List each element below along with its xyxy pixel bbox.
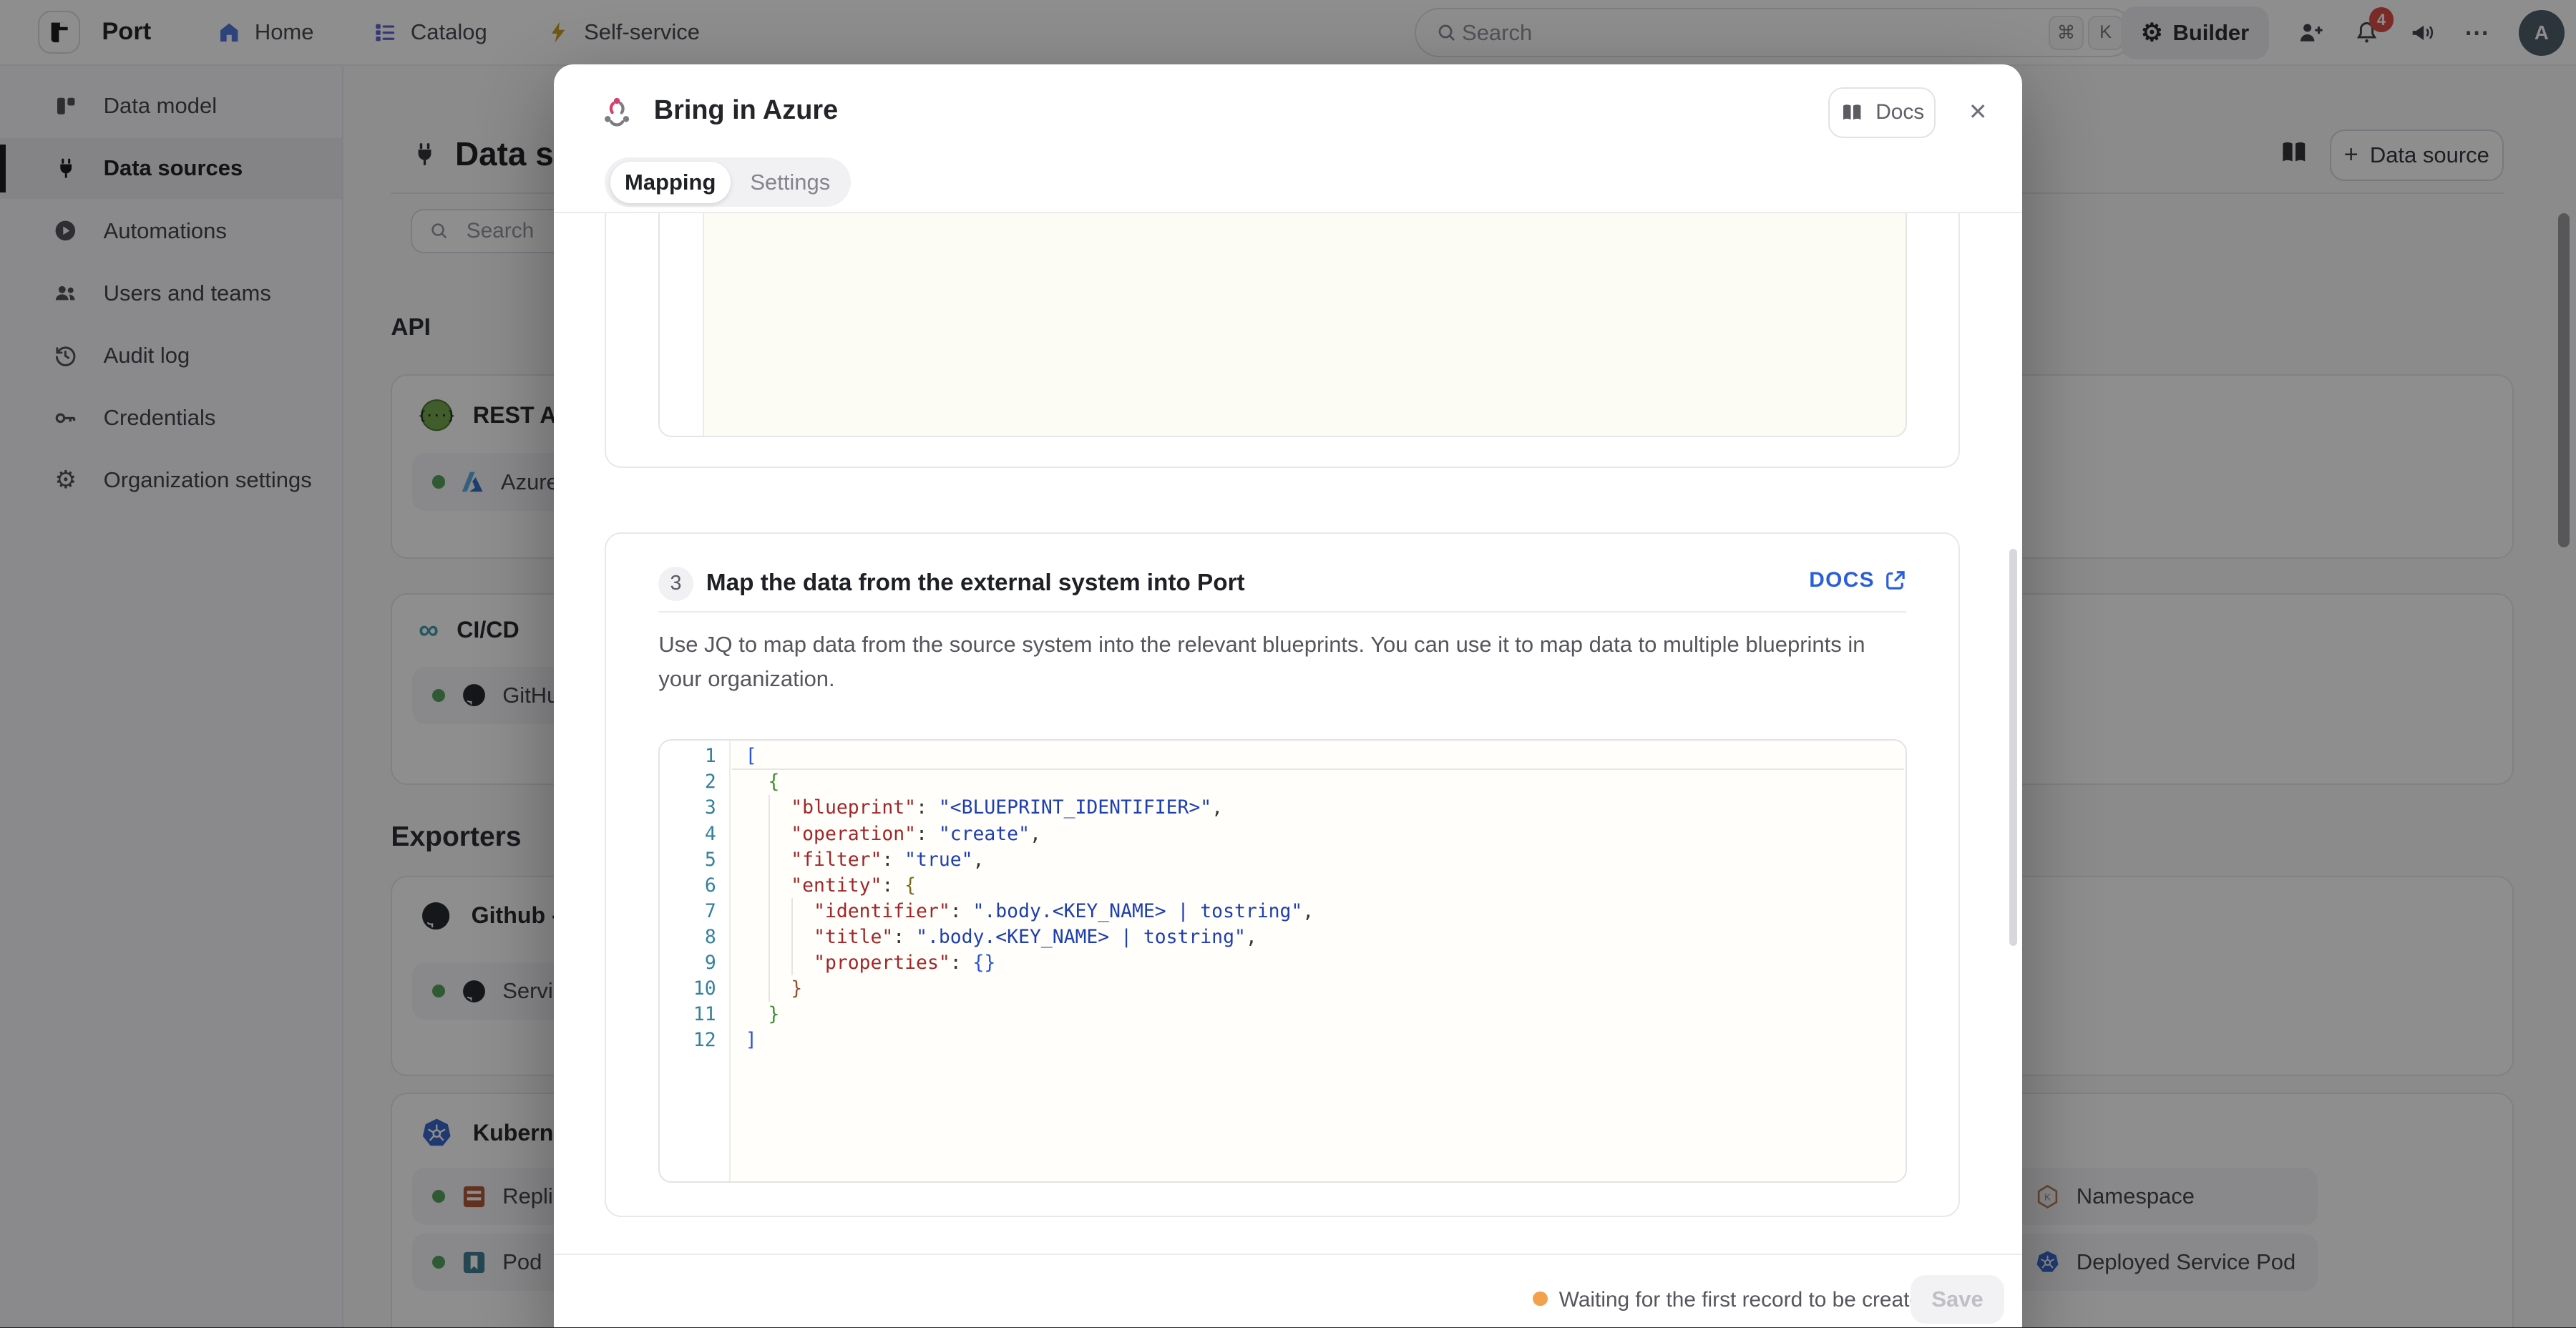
docs-link-label: DOCS [1809, 568, 1875, 592]
modal-scrollbar[interactable] [2009, 549, 2017, 947]
modal-title: Bring in Azure [654, 95, 838, 126]
modal-docs-label: Docs [1875, 100, 1924, 125]
tab-settings[interactable]: Settings [736, 162, 845, 202]
close-icon[interactable]: ✕ [1961, 95, 1994, 128]
external-link-icon [1885, 570, 1906, 591]
status-dot-icon [1533, 1292, 1548, 1307]
section-3-description: Use JQ to map data from the source syste… [658, 628, 1882, 696]
section-3-title: Map the data from the external system in… [706, 570, 1245, 597]
section-3-container: 3 Map the data from the external system … [605, 532, 1960, 1217]
section-2-container [605, 213, 1960, 468]
indent-guide [769, 795, 770, 1002]
step-number-badge: 3 [658, 567, 693, 601]
webhook-icon [600, 94, 634, 128]
book-icon [1840, 100, 1864, 125]
jq-mapping-editor[interactable]: 123456789101112 [ { "blueprint": "<BLUEP… [658, 739, 1907, 1183]
section-2-editor-gutter [660, 213, 704, 435]
modal-tabs: Mapping Settings [605, 157, 851, 207]
save-button[interactable]: Save [1911, 1275, 2004, 1324]
tab-mapping[interactable]: Mapping [610, 162, 731, 202]
bring-in-azure-modal: Bring in Azure Docs ✕ Mapping Settings 3… [554, 64, 2023, 1328]
section-3-divider [658, 611, 1906, 612]
code-lines: [ { "blueprint": "<BLUEPRINT_IDENTIFIER>… [732, 741, 1906, 1181]
modal-docs-button[interactable]: Docs [1828, 87, 1935, 138]
section-docs-link[interactable]: DOCS [1809, 568, 1906, 592]
modal-footer-divider [554, 1254, 2023, 1255]
footer-status-text: Waiting for the first record to be creat… [1559, 1288, 1933, 1312]
section-2-editor[interactable] [658, 213, 1907, 436]
app-root: Port Home Catalog Self-service [0, 0, 2576, 1327]
modal-header: Bring in Azure [600, 94, 838, 128]
code-gutter: 123456789101112 [660, 741, 731, 1181]
indent-guide [791, 898, 793, 975]
